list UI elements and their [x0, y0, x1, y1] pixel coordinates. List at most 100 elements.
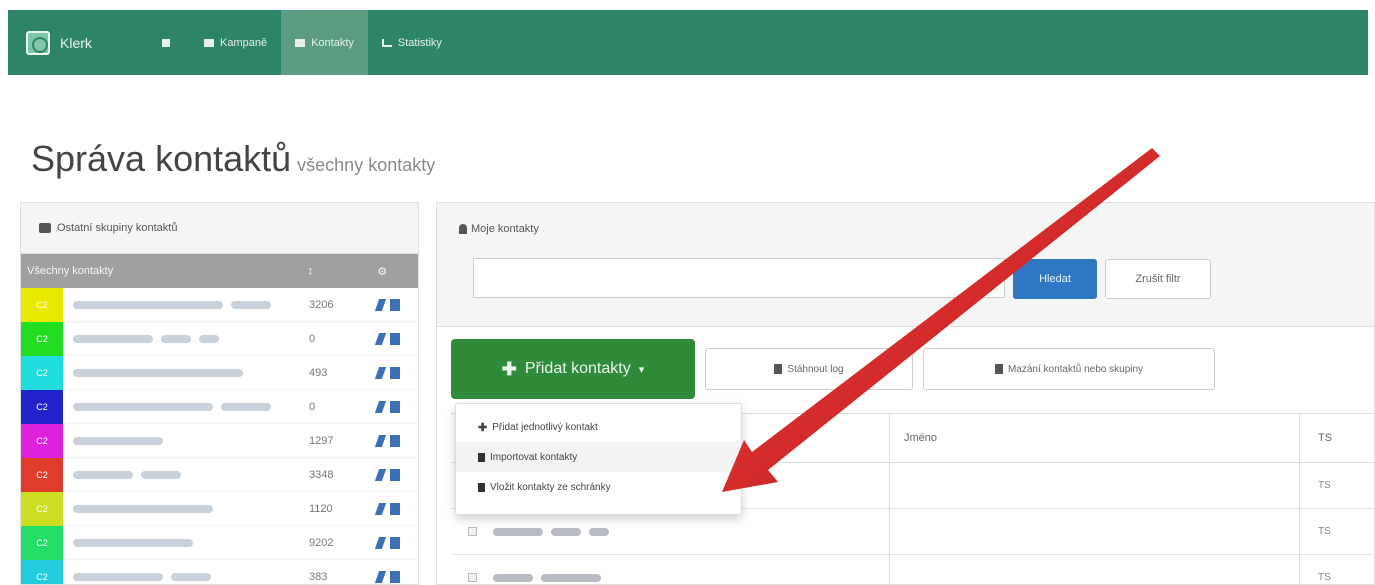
menu-item-paste[interactable]: Vložit kontakty ze schránky: [456, 472, 741, 502]
trash-icon[interactable]: [390, 434, 400, 447]
menu-item-add-single[interactable]: ✚ Přidat jednotlivý kontakt: [456, 412, 741, 442]
group-actions: [374, 332, 400, 345]
delete-contacts-button[interactable]: Mazání kontaktů nebo skupiny: [923, 348, 1215, 390]
group-color-swatch: C2: [21, 423, 63, 458]
edit-icon[interactable]: [374, 332, 387, 345]
trash-icon[interactable]: [390, 298, 400, 311]
edit-icon[interactable]: [374, 400, 387, 413]
group-actions: [374, 434, 400, 447]
group-name[interactable]: [63, 458, 309, 492]
add-contacts-label: Přidat kontakty: [524, 360, 631, 377]
edit-icon[interactable]: [374, 536, 387, 549]
trash-icon[interactable]: [390, 570, 400, 583]
redacted-text: [161, 334, 191, 343]
group-count: 3348: [309, 468, 334, 481]
group-color-swatch: C2: [21, 457, 63, 492]
nav-item-campaigns[interactable]: Kampaně: [190, 10, 281, 75]
group-row[interactable]: C2 3206: [21, 287, 418, 322]
group-row[interactable]: C2 383: [21, 559, 418, 585]
nav-item-label: Kampaně: [220, 36, 268, 49]
clipboard-icon: [478, 482, 485, 492]
groups-table-header[interactable]: Všechny kontakty ↕ ⚙: [21, 254, 418, 288]
search-button[interactable]: Hledat: [1013, 259, 1097, 299]
group-count: 1297: [309, 434, 334, 447]
edit-icon[interactable]: [374, 366, 387, 379]
group-actions: [374, 570, 400, 583]
menu-item-label: Importovat kontakty: [490, 451, 578, 463]
group-row[interactable]: C2 0: [21, 389, 418, 424]
menu-item-import[interactable]: Importovat kontakty: [456, 442, 741, 472]
trash-icon[interactable]: [390, 332, 400, 345]
trash-icon[interactable]: [390, 400, 400, 413]
brand-name: Klerk: [60, 34, 92, 51]
brand[interactable]: Klerk: [8, 30, 148, 55]
group-row[interactable]: C2 1297: [21, 423, 418, 458]
nav-item-statistics[interactable]: Statistiky: [368, 10, 456, 75]
sort-icon[interactable]: ↕: [308, 265, 368, 277]
group-actions: [374, 468, 400, 481]
trash-icon: [994, 364, 1003, 374]
redacted-text: [73, 538, 193, 547]
group-row[interactable]: C2 9202: [21, 525, 418, 560]
groups-header-all[interactable]: Všechny kontakty: [21, 265, 308, 277]
cancel-filter-button[interactable]: Zrušit filtr: [1105, 259, 1211, 299]
row-checkbox[interactable]: [467, 573, 477, 582]
redacted-text: [493, 527, 543, 536]
row-checkbox[interactable]: [467, 527, 477, 536]
groups-panel: Ostatní skupiny kontaktů Všechny kontakt…: [20, 202, 419, 585]
trash-icon[interactable]: [390, 536, 400, 549]
row-checkbox-cell: [451, 527, 493, 536]
group-name[interactable]: [63, 424, 309, 458]
group-name[interactable]: [63, 492, 309, 526]
group-row[interactable]: C2 493: [21, 355, 418, 390]
trash-icon[interactable]: [390, 502, 400, 515]
redacted-text: [73, 504, 213, 513]
contacts-panel: Moje kontakty Hledat Zrušit filtr ✚ Přid…: [436, 202, 1375, 585]
group-count: 383: [309, 570, 328, 583]
column-header-ts[interactable]: TS: [1299, 413, 1332, 463]
redacted-text: [73, 470, 133, 479]
download-log-label: Stáhnout log: [787, 363, 844, 375]
table-row[interactable]: TS: [451, 508, 1374, 555]
redacted-text: [493, 573, 533, 582]
group-name[interactable]: [63, 288, 309, 322]
download-log-button[interactable]: Stáhnout log: [705, 348, 913, 390]
add-contacts-button[interactable]: ✚ Přidat kontakty ▾: [451, 339, 695, 399]
nav-item-home[interactable]: [148, 10, 190, 75]
contacts-filter-area: Moje kontakty Hledat Zrušit filtr: [437, 203, 1374, 327]
group-name[interactable]: [63, 390, 309, 424]
nav-item-contacts[interactable]: Kontakty: [281, 10, 368, 75]
settings-icon[interactable]: ⚙: [367, 265, 418, 278]
group-name[interactable]: [63, 560, 309, 585]
table-row[interactable]: TS: [451, 554, 1374, 584]
group-row[interactable]: C2 1120: [21, 491, 418, 526]
edit-icon[interactable]: [374, 468, 387, 481]
group-name[interactable]: [63, 356, 309, 390]
edit-icon[interactable]: [374, 570, 387, 583]
edit-icon[interactable]: [374, 298, 387, 311]
row-checkbox-cell: [451, 573, 493, 582]
group-row[interactable]: C2 0: [21, 321, 418, 356]
redacted-text: [541, 573, 601, 582]
user-icon: [459, 224, 467, 234]
group-color-swatch: C2: [21, 559, 63, 584]
column-header-name[interactable]: Jméno: [889, 413, 1299, 463]
top-navbar: Klerk Kampaně Kontakty Statistiky: [8, 10, 1368, 75]
group-row[interactable]: C2 3348: [21, 457, 418, 492]
groups-panel-heading: Ostatní skupiny kontaktů: [21, 203, 418, 254]
contact-ts: TS: [1299, 508, 1331, 555]
group-name[interactable]: [63, 322, 309, 356]
trash-icon[interactable]: [390, 468, 400, 481]
redacted-text: [199, 334, 219, 343]
group-count: 0: [309, 332, 316, 345]
redacted-text: [73, 334, 153, 343]
group-actions: [374, 502, 400, 515]
nav-item-label: Statistiky: [397, 36, 442, 49]
search-input[interactable]: [473, 258, 1005, 298]
redacted-text: [171, 572, 211, 581]
group-name[interactable]: [63, 526, 309, 560]
edit-icon[interactable]: [374, 502, 387, 515]
edit-icon[interactable]: [374, 434, 387, 447]
groups-list: C2 3206 C2 0 C2 493 C2 0 C2 1297 C2 3348 C2 1120 C2 920…: [21, 287, 418, 585]
trash-icon[interactable]: [390, 366, 400, 379]
